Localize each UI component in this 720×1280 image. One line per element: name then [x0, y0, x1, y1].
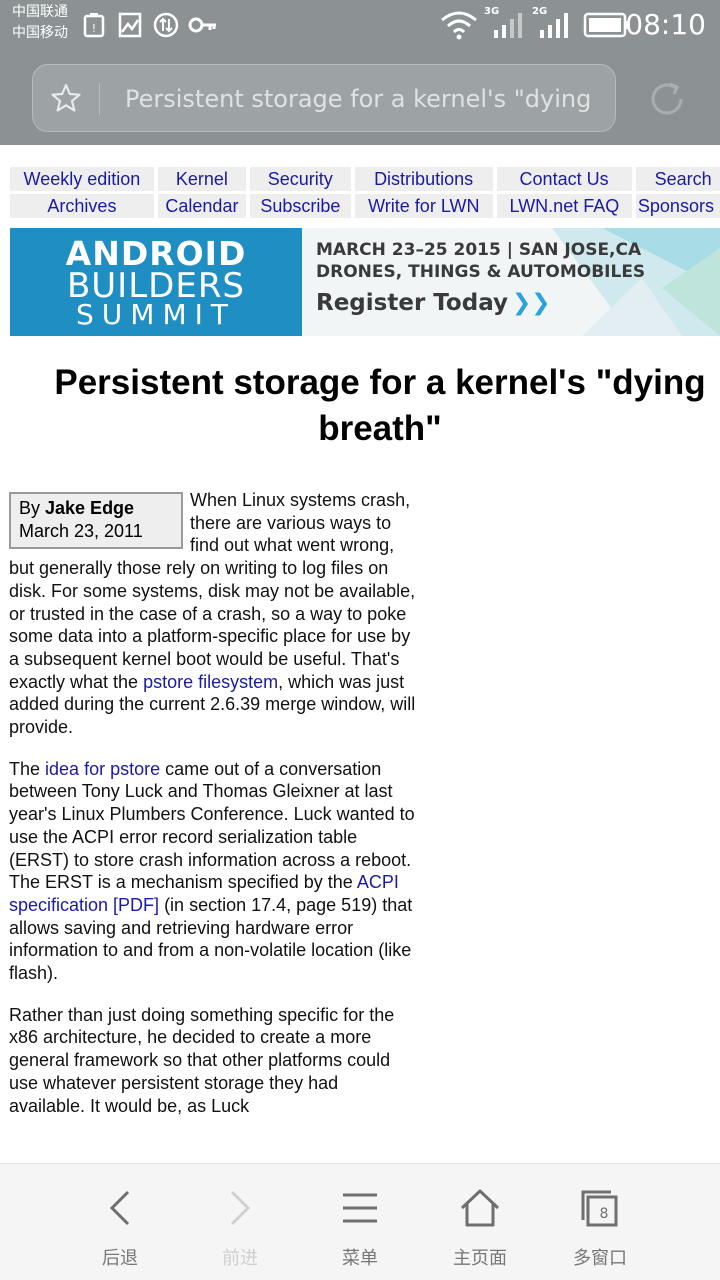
svg-text:!: ! [92, 22, 96, 35]
wifi-icon [440, 10, 478, 45]
data-sync-icon [153, 12, 179, 43]
nav-search[interactable]: Search [635, 167, 720, 191]
chevron-right-icon: ❯❯ [512, 290, 551, 316]
nav-subscribe[interactable]: Subscribe [249, 194, 351, 218]
nav-row-1: Weekly edition Kernel Security Distribut… [10, 167, 720, 194]
menu-label: 菜单 [342, 1248, 378, 1269]
address-divider [99, 83, 100, 115]
browser-header: 中国联通 中国移动 ! 3G 2G 08:10 Persistent stora… [0, 0, 720, 145]
address-bar[interactable]: Persistent storage for a kernel's "dying… [32, 64, 616, 132]
forward-button[interactable]: 前进 [180, 1164, 300, 1280]
hamburger-menu-icon [343, 1193, 377, 1223]
battery-icon [583, 12, 631, 43]
banner-tagline: DRONES, THINGS & AUTOMOBILES [316, 262, 646, 282]
nav-archives[interactable]: Archives [10, 194, 154, 218]
back-button[interactable]: 后退 [60, 1164, 180, 1280]
ad-banner[interactable]: ANDROID BUILDERS SUMMIT MARCH 23–25 2015… [10, 228, 720, 336]
refresh-icon[interactable] [648, 80, 686, 123]
home-button[interactable]: 主页面 [420, 1164, 540, 1280]
key-icon [188, 12, 218, 43]
windows-label: 多窗口 [573, 1248, 627, 1269]
signal-strength-2-icon [538, 12, 572, 43]
chevron-left-icon [109, 1190, 130, 1226]
menu-button[interactable]: 菜单 [300, 1164, 420, 1280]
idea-for-pstore-link[interactable]: idea for pstore [45, 759, 160, 779]
banner-register-cta[interactable]: Register Today ❯❯ [316, 290, 551, 316]
nav-sponsors[interactable]: Sponsors [635, 194, 720, 218]
back-label: 后退 [102, 1248, 138, 1269]
nav-weekly-edition[interactable]: Weekly edition [10, 167, 154, 191]
pstore-filesystem-link[interactable]: pstore filesystem [143, 672, 278, 692]
nav-distributions[interactable]: Distributions [354, 167, 493, 191]
clock: 08:10 [625, 8, 706, 41]
nav-faq[interactable]: LWN.net FAQ [496, 194, 632, 218]
signal-strength-icon [492, 12, 526, 43]
site-nav: Weekly edition Kernel Security Distribut… [10, 167, 720, 221]
home-icon [460, 1189, 500, 1227]
browser-toolbar: 后退 前进 菜单 主页面 8 多窗口 [0, 1163, 720, 1280]
banner-date-location: MARCH 23–25 2015 | SAN JOSE,CA [316, 240, 642, 260]
article-body: When Linux systems crash, there are vari… [9, 489, 419, 1136]
forward-label: 前进 [222, 1248, 258, 1269]
nav-contact-us[interactable]: Contact Us [496, 167, 632, 191]
home-label: 主页面 [453, 1248, 507, 1269]
carrier-2: 中国移动 [12, 25, 68, 41]
windows-button[interactable]: 8 多窗口 [540, 1164, 660, 1280]
paragraph-1: When Linux systems crash, there are vari… [9, 490, 416, 738]
nav-kernel[interactable]: Kernel [157, 167, 246, 191]
nav-calendar[interactable]: Calendar [157, 194, 246, 218]
url-text[interactable]: Persistent storage for a kernel's "dying… [125, 83, 601, 115]
android-builders-logo: ANDROID BUILDERS SUMMIT [10, 228, 302, 336]
nav-security[interactable]: Security [249, 167, 351, 191]
battery-saver-icon: ! [82, 12, 106, 43]
article-title: Persistent storage for a kernel's "dying… [54, 363, 706, 448]
paragraph-3: Rather than just doing something specifi… [9, 1004, 395, 1116]
paragraph-2: The idea for pstore came out of a conver… [9, 758, 415, 984]
carrier-1: 中国联通 [12, 4, 68, 20]
nav-row-2: Archives Calendar Subscribe Write for LW… [10, 194, 720, 221]
window-count: 8 [599, 1206, 609, 1222]
chevron-right-icon [230, 1190, 251, 1226]
nav-write-for-lwn[interactable]: Write for LWN [354, 194, 493, 218]
bookmark-star-icon[interactable] [51, 83, 81, 118]
image-icon [118, 12, 142, 43]
